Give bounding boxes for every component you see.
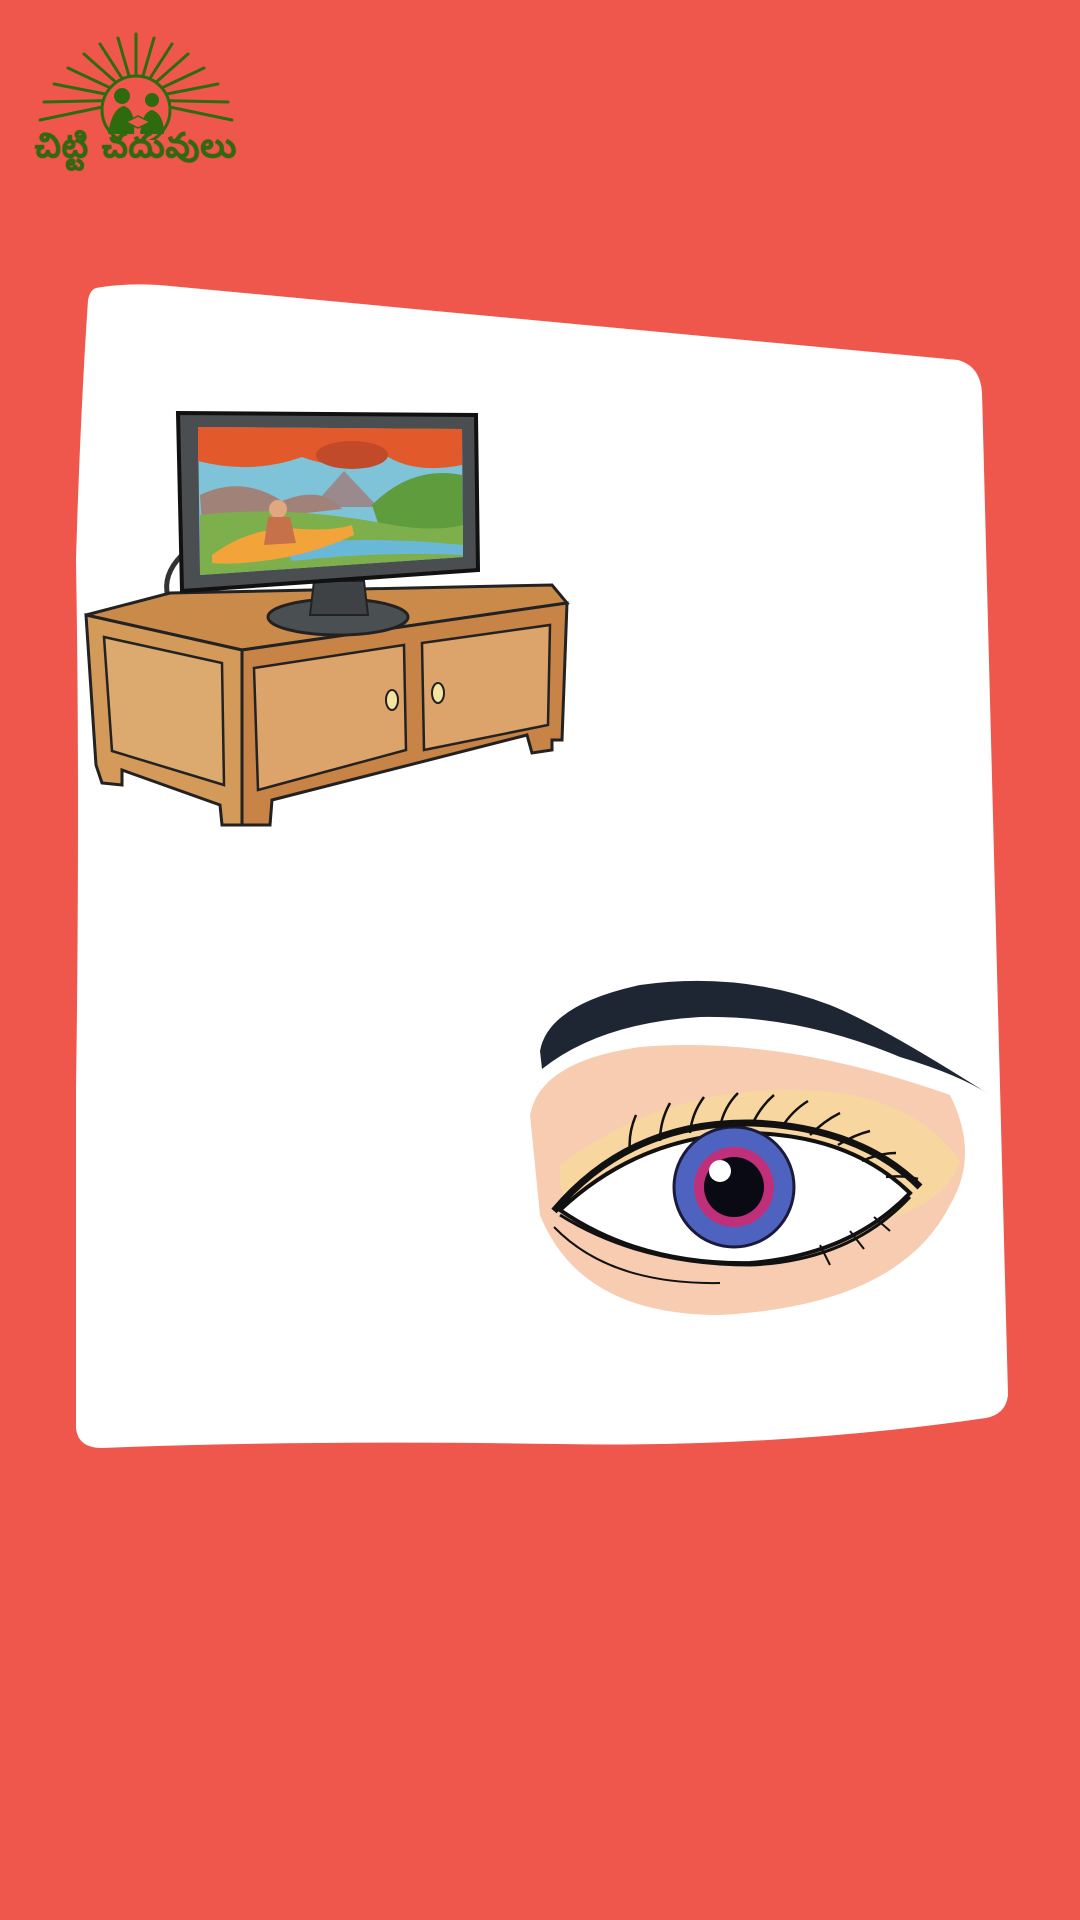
tv-stand-neck (308, 580, 370, 616)
television-on-cabinet-illustration (84, 410, 570, 827)
human-eye-illustration (530, 980, 990, 1315)
door-knob-icon (431, 682, 445, 704)
eye-highlight (709, 1160, 731, 1182)
content-card (76, 284, 1008, 1448)
door-knob-icon (385, 689, 399, 711)
